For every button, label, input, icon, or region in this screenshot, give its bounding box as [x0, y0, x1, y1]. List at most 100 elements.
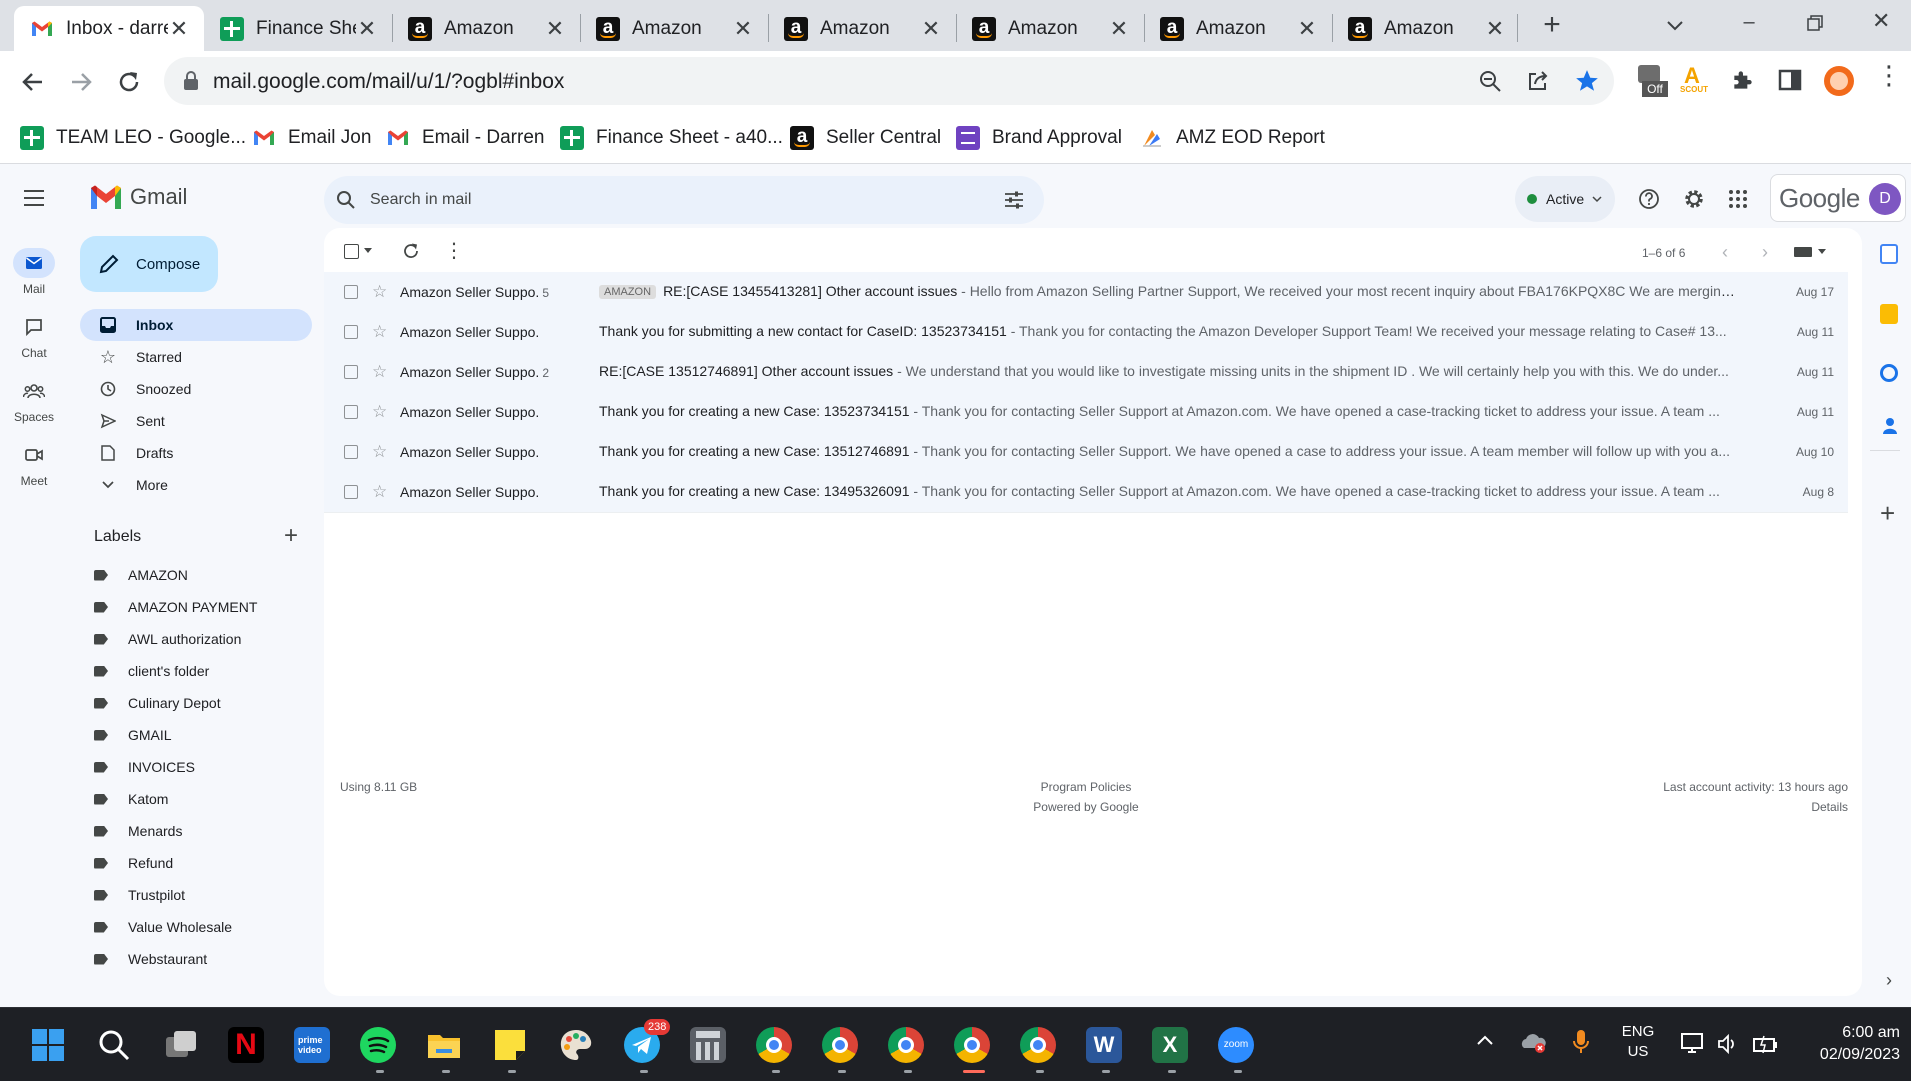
battery-icon[interactable]: [1752, 1032, 1780, 1056]
tasks-icon[interactable]: [1880, 364, 1898, 382]
calendar-icon[interactable]: [1880, 244, 1898, 264]
tab-amazon-6[interactable]: a Amazon ✕: [1332, 6, 1520, 51]
extension-off-icon[interactable]: Off: [1636, 63, 1668, 99]
label-item[interactable]: AMAZON: [94, 562, 188, 588]
chevron-right-icon[interactable]: ›: [1886, 970, 1892, 991]
chrome-menu-icon[interactable]: ⋮: [1876, 62, 1902, 88]
bookmark-finance-sheet[interactable]: Finance Sheet - a40...: [560, 124, 783, 152]
clock[interactable]: 6:00 am 02/09/2023: [1790, 1022, 1900, 1066]
address-bar[interactable]: mail.google.com/mail/u/1/?ogbl#inbox: [164, 57, 1614, 105]
chrome-profile-2-icon[interactable]: [822, 1027, 858, 1063]
side-panel-icon[interactable]: [1778, 69, 1802, 91]
taskbar-search-icon[interactable]: [96, 1027, 132, 1063]
chrome-icon[interactable]: [756, 1027, 792, 1063]
bookmark-brand-approval[interactable]: Brand Approval: [956, 124, 1122, 152]
back-icon[interactable]: [20, 69, 46, 95]
tray-chevron-up-icon[interactable]: [1476, 1034, 1494, 1046]
label-item[interactable]: Refund: [94, 850, 173, 876]
select-dropdown-icon[interactable]: [364, 248, 372, 254]
email-row[interactable]: ☆ Amazon Seller Suppo. 5 AMAZON RE:[CASE 1…: [324, 272, 1848, 313]
label-item[interactable]: Culinary Depot: [94, 690, 221, 716]
label-item[interactable]: INVOICES: [94, 754, 195, 780]
tab-amazon-2[interactable]: a Amazon ✕: [580, 6, 768, 51]
close-icon[interactable]: ✕: [732, 16, 754, 42]
window-close-icon[interactable]: ✕: [1872, 8, 1890, 34]
netflix-icon[interactable]: N: [228, 1027, 264, 1063]
zoom-app-icon[interactable]: zoom: [1218, 1027, 1254, 1063]
chrome-profile-3-icon[interactable]: [888, 1027, 924, 1063]
close-icon[interactable]: ✕: [544, 16, 566, 42]
lock-icon[interactable]: [182, 71, 200, 91]
search-input[interactable]: [368, 190, 972, 210]
close-icon[interactable]: ✕: [1108, 16, 1130, 42]
nav-sent[interactable]: Sent: [80, 405, 312, 437]
rail-mail[interactable]: Mail: [0, 248, 68, 296]
rail-chat[interactable]: Chat: [0, 312, 68, 360]
select-all-checkbox[interactable]: [344, 244, 359, 259]
help-icon[interactable]: [1638, 188, 1660, 210]
onedrive-icon[interactable]: [1518, 1030, 1548, 1054]
bookmark-seller-central[interactable]: a Seller Central: [790, 124, 941, 152]
email-row[interactable]: ☆ Amazon Seller Suppo. 2 RE:[CASE 1351274…: [324, 352, 1848, 393]
row-checkbox[interactable]: [344, 285, 358, 299]
compose-button[interactable]: Compose: [80, 236, 218, 292]
apps-grid-icon[interactable]: [1728, 189, 1748, 209]
status-selector[interactable]: Active: [1515, 176, 1615, 222]
row-checkbox[interactable]: [344, 445, 358, 459]
tab-amazon-3[interactable]: a Amazon ✕: [768, 6, 956, 51]
label-item[interactable]: Katom: [94, 786, 168, 812]
close-icon[interactable]: ✕: [356, 16, 378, 42]
label-item[interactable]: Menards: [94, 818, 182, 844]
extensions-puzzle-icon[interactable]: [1730, 67, 1756, 93]
label-item[interactable]: AWL authorization: [94, 626, 241, 652]
label-item[interactable]: Value Wholesale: [94, 914, 232, 940]
input-tools-icon[interactable]: [1794, 246, 1828, 258]
main-menu-icon[interactable]: [22, 188, 46, 208]
bookmark-team-leo[interactable]: TEAM LEO - Google...: [20, 124, 246, 152]
add-label-icon[interactable]: +: [284, 522, 298, 550]
network-icon[interactable]: [1680, 1032, 1706, 1056]
account-switcher[interactable]: Google D: [1770, 174, 1906, 222]
star-icon[interactable]: ☆: [372, 282, 387, 302]
zoom-icon[interactable]: [1478, 69, 1502, 93]
rail-meet[interactable]: Meet: [0, 440, 68, 488]
bookmark-star-icon[interactable]: [1574, 68, 1600, 94]
label-item[interactable]: GMAIL: [94, 722, 172, 748]
search-options-icon[interactable]: [1004, 190, 1024, 210]
nav-snoozed[interactable]: Snoozed: [80, 373, 312, 405]
star-icon[interactable]: ☆: [372, 362, 387, 382]
row-checkbox[interactable]: [344, 365, 358, 379]
details-link[interactable]: Details: [1811, 800, 1848, 814]
row-checkbox[interactable]: [344, 485, 358, 499]
excel-icon[interactable]: X: [1152, 1027, 1188, 1063]
chrome-profile-5-icon[interactable]: [1020, 1027, 1056, 1063]
gear-icon[interactable]: [1682, 187, 1706, 211]
get-addons-icon[interactable]: +: [1880, 498, 1895, 529]
email-row[interactable]: ☆ Amazon Seller Suppo. Thank you for sub…: [324, 312, 1848, 353]
contacts-icon[interactable]: [1882, 416, 1898, 436]
bookmark-amz-eod-report[interactable]: AMZ EOD Report: [1140, 124, 1325, 152]
close-icon[interactable]: ✕: [1296, 16, 1318, 42]
calculator-icon[interactable]: [690, 1027, 726, 1063]
program-policies-text[interactable]: Program Policies: [1041, 780, 1132, 794]
paint-icon[interactable]: [558, 1027, 594, 1063]
bookmark-email-darren[interactable]: Email - Darren: [386, 124, 544, 152]
scout-extension-icon[interactable]: A SCOUT: [1680, 61, 1712, 97]
star-icon[interactable]: ☆: [372, 402, 387, 422]
email-row[interactable]: ☆ Amazon Seller Suppo. Thank you for cre…: [324, 472, 1848, 513]
windows-start-icon[interactable]: [30, 1027, 66, 1063]
tab-search-chevron-icon[interactable]: [1664, 14, 1686, 36]
row-checkbox[interactable]: [344, 405, 358, 419]
row-checkbox[interactable]: [344, 325, 358, 339]
label-item[interactable]: AMAZON PAYMENT: [94, 594, 257, 620]
prime-video-icon[interactable]: prime video: [294, 1027, 330, 1063]
nav-drafts[interactable]: Drafts: [80, 437, 312, 469]
star-icon[interactable]: ☆: [372, 322, 387, 342]
bookmark-email-jon[interactable]: Email Jon: [252, 124, 371, 152]
keep-icon[interactable]: [1880, 304, 1898, 324]
reload-icon[interactable]: [116, 69, 142, 95]
star-icon[interactable]: ☆: [372, 442, 387, 462]
rail-spaces[interactable]: Spaces: [0, 376, 68, 424]
chevron-right-icon[interactable]: ›: [1762, 242, 1768, 263]
tab-inbox[interactable]: Inbox - darren ✕: [14, 6, 204, 51]
